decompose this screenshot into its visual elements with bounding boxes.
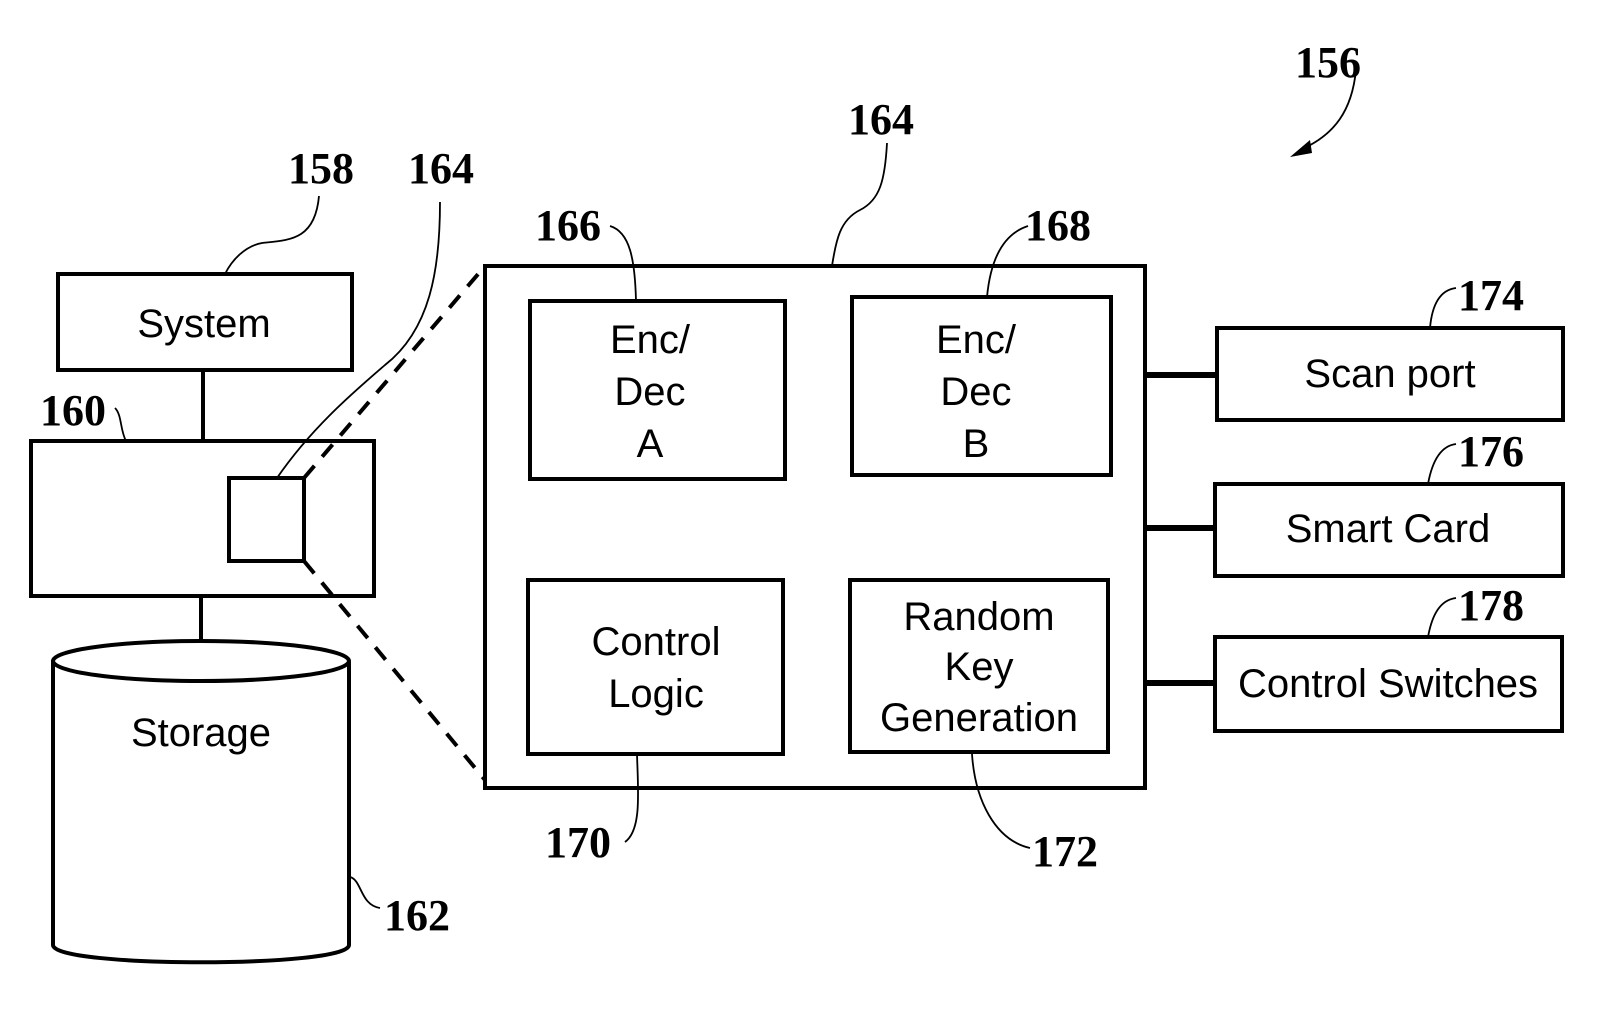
- control-logic-block: Control Logic: [526, 578, 785, 756]
- scan-port-label: Scan port: [1304, 352, 1475, 396]
- random-key-generation-block: Random Key Generation: [848, 578, 1110, 754]
- module-leader-line: [831, 142, 888, 267]
- control-logic-line-2: Logic: [608, 672, 704, 716]
- control-switches-block: Control Switches: [1213, 635, 1564, 733]
- random-key-line-2: Key: [945, 645, 1014, 689]
- chip-ref-label: 164: [408, 144, 474, 193]
- random-key-line-1: Random: [903, 595, 1054, 639]
- scan-port-leader-line: [1429, 287, 1457, 329]
- enc-dec-a-ref-label: 166: [535, 201, 601, 250]
- smart-card-ref-label: 176: [1458, 427, 1524, 476]
- control-switches-label: Control Switches: [1238, 662, 1538, 706]
- enc-dec-a-line-3: A: [637, 422, 664, 466]
- system-block: System: [56, 272, 354, 372]
- security-module-diagram: 156 System 158 160 164 Storage 162 164 E…: [29, 38, 1565, 965]
- enc-dec-a-line-2: Dec: [614, 370, 685, 414]
- system-leader-line: [224, 195, 320, 275]
- enc-dec-b-line-2: Dec: [940, 370, 1011, 414]
- enc-dec-b-ref-label: 168: [1025, 201, 1091, 250]
- enc-dec-b-line-3: B: [963, 422, 990, 466]
- scan-port-block: Scan port: [1215, 326, 1565, 422]
- smart-card-label: Smart Card: [1286, 507, 1491, 551]
- smart-card-leader-line: [1427, 443, 1457, 485]
- storage-block: Storage: [51, 639, 351, 965]
- control-switches-leader-line: [1427, 597, 1457, 638]
- storage-ref-label: 162: [384, 891, 450, 940]
- enc-dec-a-line-1: Enc/: [610, 318, 691, 362]
- control-logic-line-1: Control: [592, 620, 721, 664]
- figure-ref-label: 156: [1295, 38, 1361, 87]
- system-ref-label: 158: [288, 144, 354, 193]
- host-block: [29, 439, 376, 598]
- control-logic-ref-label: 170: [545, 818, 611, 867]
- arrow-head-icon: [1290, 140, 1312, 157]
- module-ref-label: 164: [848, 95, 914, 144]
- enc-dec-b-line-1: Enc/: [936, 318, 1017, 362]
- control-switches-ref-label: 178: [1458, 581, 1524, 630]
- host-leader-line: [114, 407, 127, 442]
- enc-dec-b-block: Enc/ Dec B: [850, 295, 1113, 477]
- random-key-ref-label: 172: [1032, 827, 1098, 876]
- host-ref-label: 160: [40, 386, 106, 435]
- smart-card-block: Smart Card: [1213, 482, 1565, 578]
- system-label: System: [137, 302, 270, 346]
- scan-port-ref-label: 174: [1458, 271, 1524, 320]
- storage-leader-line: [349, 876, 381, 909]
- random-key-line-3: Generation: [880, 696, 1078, 740]
- chip-block: [227, 476, 306, 563]
- storage-label: Storage: [131, 711, 271, 755]
- enc-dec-a-block: Enc/ Dec A: [528, 299, 787, 481]
